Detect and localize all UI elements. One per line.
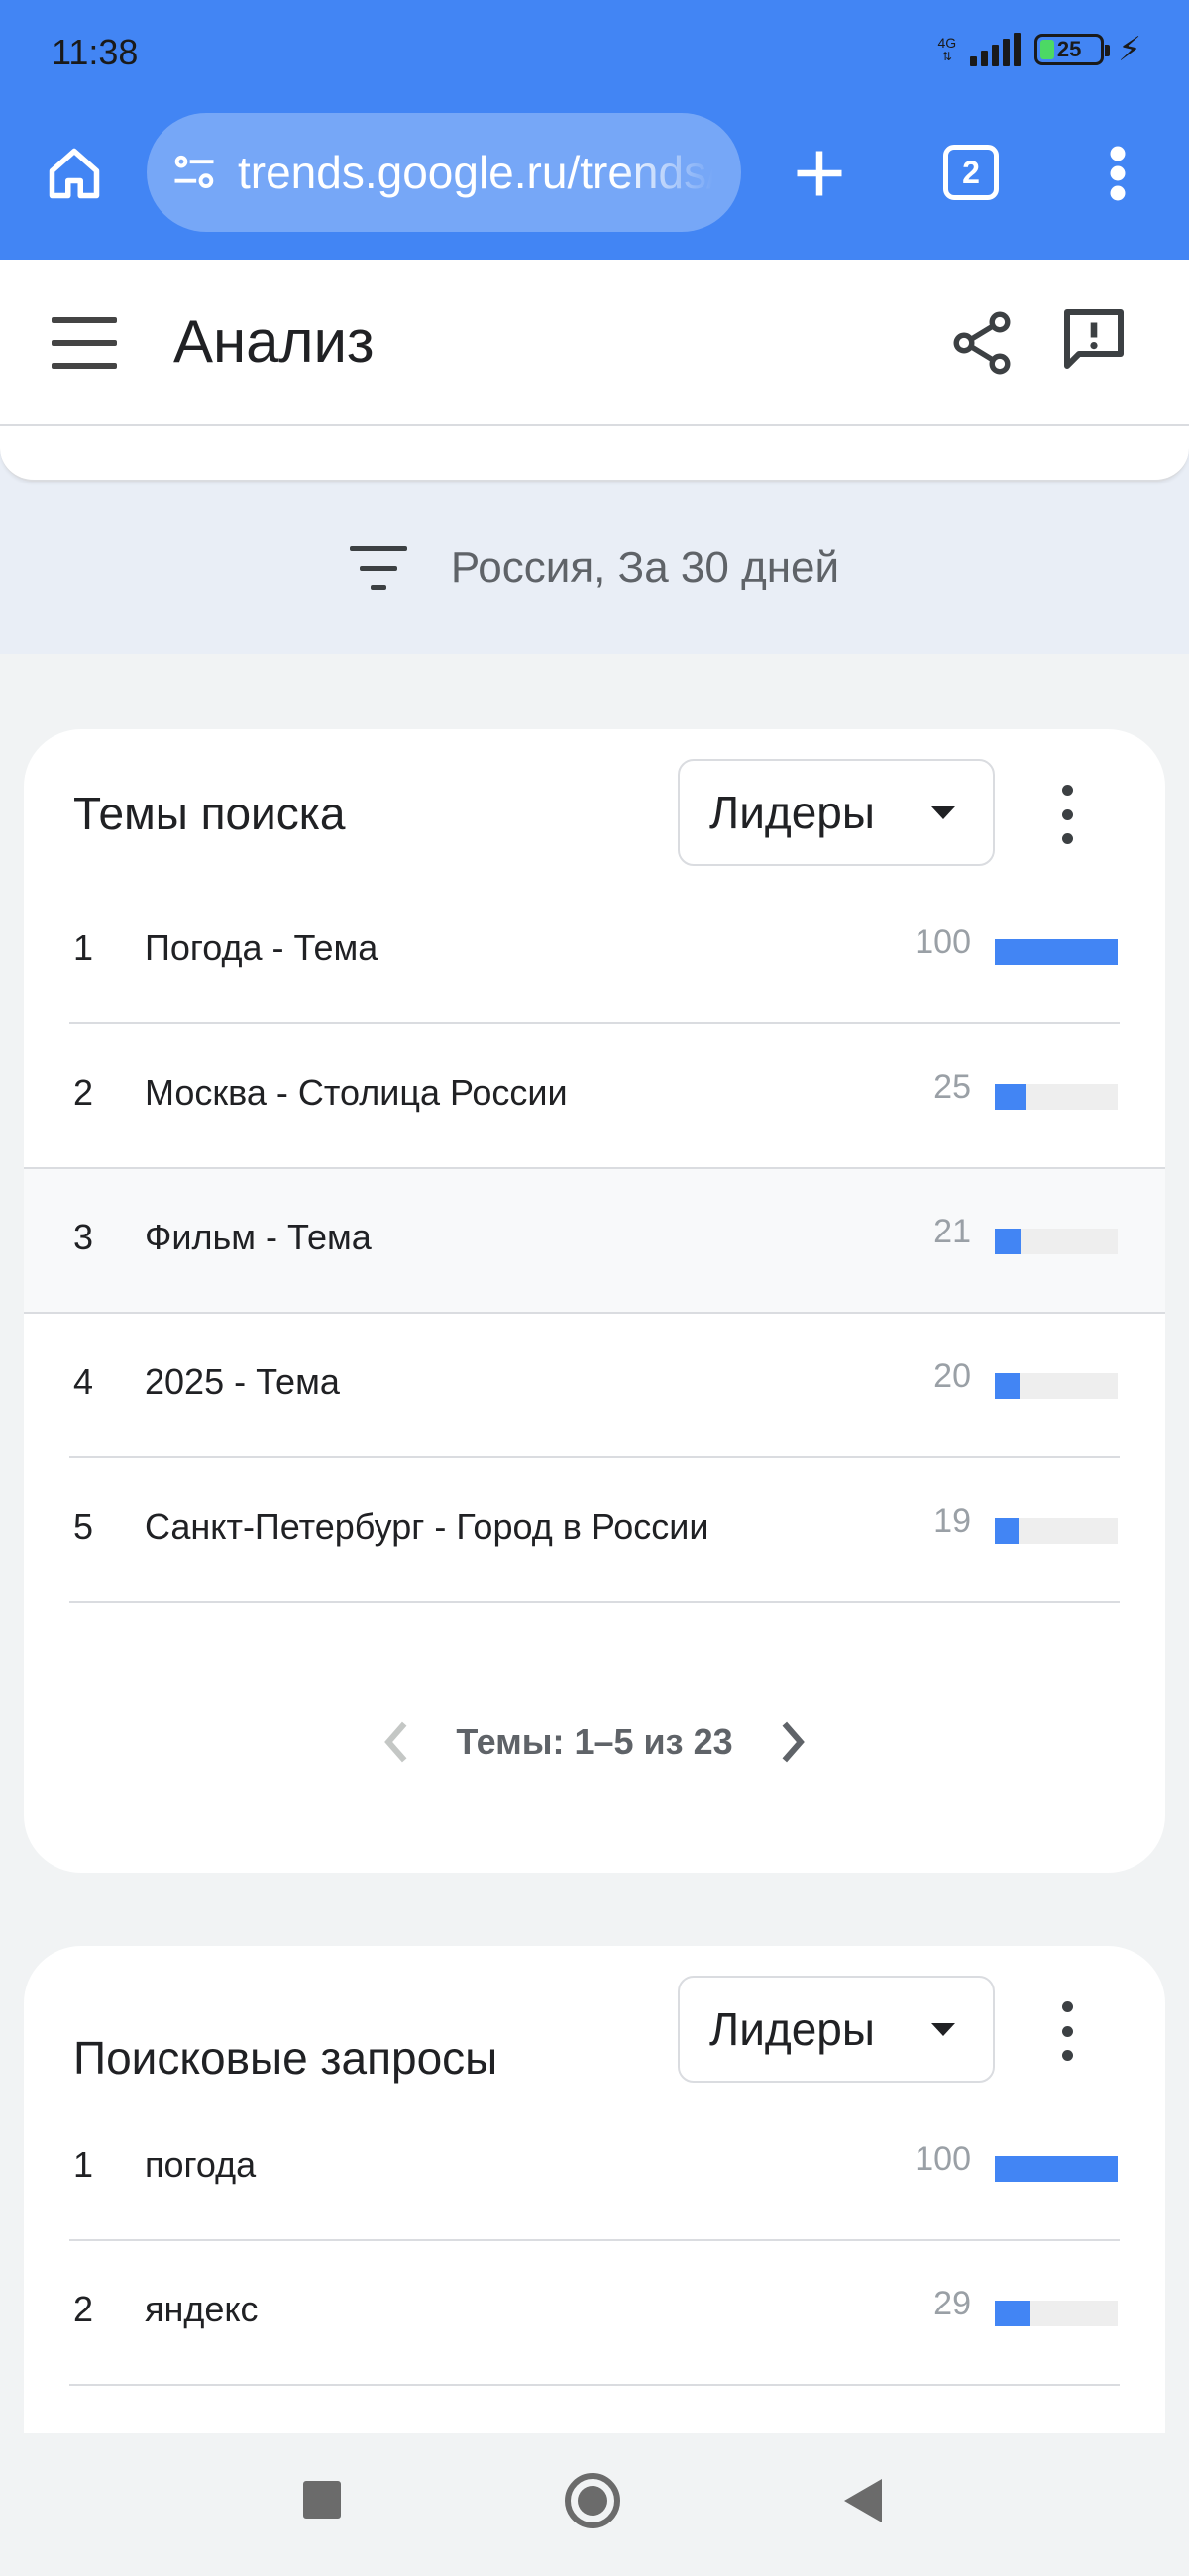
table-row[interactable]: 3 Фильм - Тема 21 [24,1169,1165,1314]
dropdown-arrow-icon [931,2023,955,2036]
row-bar-fill [995,1518,1019,1544]
row-label: погода [145,2144,257,2185]
row-bar [995,1373,1118,1399]
status-icons: 4G ⇅ 25 ⚡ [937,30,1141,69]
battery-icon: 25 [1034,34,1111,65]
row-bar [995,939,1118,965]
system-nav-bar [0,2433,1189,2576]
row-label: Фильм - Тема [145,1217,372,1257]
topics-more-button[interactable] [1052,785,1082,844]
row-bar-fill [995,1084,1026,1110]
battery-percent: 25 [1056,37,1082,61]
charging-icon: ⚡ [1118,31,1141,68]
signal-icon [970,33,1022,66]
table-row[interactable]: 4 2025 - Тема 20 [24,1314,1165,1458]
row-rank: 4 [73,1361,94,1402]
row-value: 25 [933,1068,971,1106]
row-rank: 3 [73,1217,94,1257]
back-icon[interactable] [844,2479,882,2522]
row-bar-fill [995,2156,1118,2182]
pager-text: Темы: 1–5 из 23 [456,1721,733,1762]
page-title: Анализ [173,308,375,375]
data-arrows-icon: ⇅ [941,50,952,63]
row-rank: 5 [73,1506,94,1547]
browser-chrome: 11:38 4G ⇅ 25 ⚡ trends.google.ru/trends … [0,0,1189,260]
row-rank: 1 [73,927,94,968]
row-bar [995,2301,1118,2326]
row-value: 100 [915,923,971,961]
feedback-icon [1064,309,1124,369]
new-tab-button[interactable] [783,137,856,210]
row-bar-fill [995,939,1118,965]
browser-menu-button[interactable] [1088,139,1147,208]
row-label: Москва - Столица России [145,1072,568,1113]
chevron-right-icon[interactable] [777,1719,811,1765]
network-type: 4G ⇅ [937,36,956,63]
queries-card: Поисковые запросы Лидеры 1 погода 100 2 … [24,1946,1165,2433]
plus-icon [797,151,842,196]
home-icon [49,148,100,199]
row-rank: 2 [73,1072,94,1113]
table-row[interactable]: 2 Москва - Столица России 25 [24,1024,1165,1169]
url-text: trends.google.ru/trends/explore [238,147,713,198]
row-label: Погода - Тема [145,927,378,968]
topics-sort-dropdown[interactable]: Лидеры [678,759,995,866]
row-value: 21 [933,1213,971,1250]
topics-card-title: Темы поиска [73,788,346,839]
share-button[interactable] [946,307,1018,378]
site-settings-icon[interactable] [168,147,220,198]
queries-card-title: Поисковые запросы [73,2032,498,2084]
feedback-button[interactable] [1058,303,1130,375]
row-label: 2025 - Тема [145,1361,340,1402]
row-bar-fill [995,1373,1020,1399]
row-bar-fill [995,1229,1022,1254]
chevron-left-icon[interactable] [378,1719,412,1765]
dropdown-arrow-icon [931,806,955,819]
menu-icon[interactable] [52,317,117,369]
row-rank: 2 [73,2289,94,2329]
app-header: Анализ [0,260,1189,426]
tab-count: 2 [962,154,980,190]
row-rank: 1 [73,2144,94,2185]
table-row[interactable]: 5 Санкт-Петербург - Город в России 19 [24,1458,1165,1603]
home-button[interactable] [40,139,109,208]
header-card-edge [0,426,1189,482]
row-label: яндекс [145,2289,259,2329]
row-bar [995,1518,1118,1544]
row-value: 20 [933,1357,971,1395]
filter-summary[interactable]: Россия, За 30 дней [0,482,1189,654]
recents-icon[interactable] [303,2481,341,2519]
tab-switcher-button[interactable]: 2 [943,145,999,200]
filter-icon [349,546,407,590]
status-time: 11:38 [52,32,139,72]
table-row[interactable]: 1 погода 100 [24,2096,1165,2241]
row-label: Санкт-Петербург - Город в России [145,1506,709,1547]
row-value: 100 [915,2140,971,2178]
filter-text: Россия, За 30 дней [450,543,840,591]
row-bar-fill [995,2301,1030,2326]
network-label: 4G [937,35,957,51]
row-bar [995,1084,1118,1110]
table-row[interactable]: 2 яндекс 29 [24,2241,1165,2386]
queries-sort-dropdown[interactable]: Лидеры [678,1976,995,2083]
row-value: 19 [933,1502,971,1540]
screen: 11:38 4G ⇅ 25 ⚡ trends.google.ru/trends … [0,0,1189,2576]
topics-sort-value: Лидеры [709,787,875,838]
table-row[interactable]: 1 Погода - Тема 100 [24,880,1165,1024]
row-bar [995,2156,1118,2182]
queries-sort-value: Лидеры [709,2003,875,2055]
row-bar [995,1229,1118,1254]
queries-more-button[interactable] [1052,2001,1082,2061]
topics-pager: Темы: 1–5 из 23 [24,1702,1165,1781]
topics-card: Темы поиска Лидеры 1 Погода - Тема 100 2… [24,729,1165,1873]
share-icon [953,311,1011,375]
url-bar[interactable]: trends.google.ru/trends/explore [147,113,741,232]
more-vert-icon [1110,146,1126,201]
row-value: 29 [933,2285,971,2322]
home-circle-icon[interactable] [565,2473,620,2528]
